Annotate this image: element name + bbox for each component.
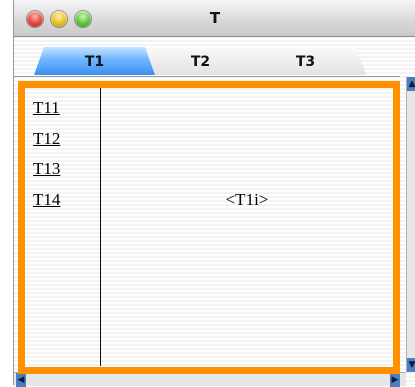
vertical-scrollbar[interactable]: ▲ ▼ — [406, 77, 415, 372]
sidebar-item-t13[interactable]: T13 — [33, 159, 60, 190]
highlight-frame — [18, 81, 400, 374]
scroll-down-icon[interactable]: ▼ — [407, 358, 415, 372]
window-title: T — [209, 9, 221, 27]
tab-strip: T3 T2 T1 — [14, 37, 415, 77]
sidebar-list: T11 T12 T13 T14 — [33, 98, 60, 220]
tab-t3[interactable]: T3 — [245, 47, 366, 75]
horizontal-scrollbar[interactable]: ◀ ▶ — [14, 372, 406, 387]
sidebar-item-t11[interactable]: T11 — [33, 98, 60, 129]
title-bar[interactable]: T — [14, 0, 415, 37]
sidebar-item-t14[interactable]: T14 — [33, 190, 60, 221]
scroll-up-icon[interactable]: ▲ — [407, 77, 415, 91]
split-divider[interactable] — [100, 88, 101, 366]
tab-t2[interactable]: T2 — [140, 47, 261, 75]
sidebar-item-t12[interactable]: T12 — [33, 129, 60, 160]
tab-t1[interactable]: T1 — [34, 47, 155, 75]
content-label: <T1i> — [225, 190, 269, 209]
